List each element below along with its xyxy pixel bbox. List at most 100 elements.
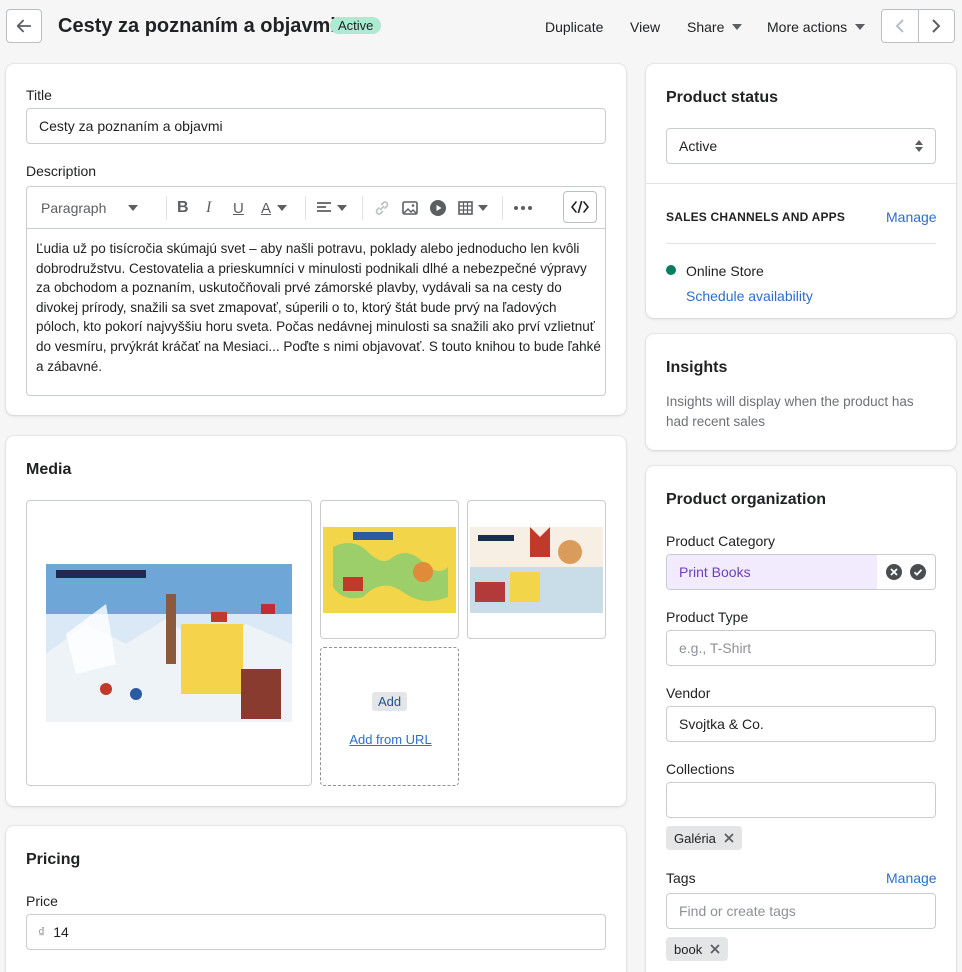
- bold-button[interactable]: B: [177, 198, 189, 218]
- view-button[interactable]: View: [630, 19, 660, 35]
- status-badge: Active: [330, 17, 382, 34]
- previous-product-button[interactable]: [882, 10, 918, 42]
- online-store-label: Online Store: [686, 263, 764, 279]
- sales-channels-heading: SALES CHANNELS AND APPS: [666, 210, 846, 224]
- tags-label: Tags: [666, 870, 696, 886]
- product-type-input[interactable]: e.g., T-Shirt: [666, 630, 936, 666]
- caret-down-icon: [855, 24, 866, 30]
- media-image-main[interactable]: [26, 500, 312, 786]
- clear-circle-icon[interactable]: [886, 564, 902, 580]
- section-divider: [666, 243, 936, 244]
- caret-down-icon: [277, 205, 288, 211]
- chevron-right-icon: [932, 19, 941, 33]
- image-icon: [402, 201, 418, 215]
- more-formatting-button[interactable]: [514, 198, 532, 218]
- collections-label: Collections: [666, 761, 735, 777]
- italic-icon: I: [206, 199, 212, 216]
- close-icon[interactable]: [724, 833, 734, 843]
- collection-tag: Galéria: [666, 826, 742, 850]
- link-icon: [375, 201, 389, 215]
- play-circle-icon: [430, 200, 446, 216]
- underline-button[interactable]: U: [233, 198, 244, 218]
- silk-road-spread-image: [470, 526, 603, 613]
- tag-chip: book: [666, 937, 729, 961]
- title-input[interactable]: Cesty za poznaním a objavmi: [26, 108, 606, 144]
- ellipsis-icon: [514, 206, 532, 210]
- video-button[interactable]: [430, 198, 446, 218]
- status-select-value: Active: [679, 138, 718, 154]
- insights-card: Insights Insights will display when the …: [646, 334, 956, 450]
- category-value: Print Books: [667, 555, 877, 589]
- more-actions-label: More actions: [767, 19, 848, 35]
- checkmark-circle-icon[interactable]: [910, 564, 926, 580]
- media-dropzone[interactable]: Add Add from URL: [320, 647, 459, 786]
- toolbar-divider: [166, 196, 167, 220]
- organization-heading: Product organization: [666, 491, 826, 508]
- table-button[interactable]: [458, 198, 488, 218]
- duplicate-button[interactable]: Duplicate: [545, 19, 603, 35]
- toolbar-divider: [305, 196, 306, 220]
- price-value: 14: [53, 924, 69, 940]
- description-editor: Paragraph B I U A Ľudia už po tisícročia…: [26, 186, 606, 396]
- arrow-left-icon: [16, 19, 32, 33]
- text-color-button[interactable]: A: [261, 198, 288, 218]
- paragraph-select[interactable]: Paragraph: [41, 198, 139, 218]
- media-card: Media Add Add from URL: [6, 436, 626, 806]
- next-product-button[interactable]: [917, 10, 955, 42]
- price-input[interactable]: ₫ 14: [26, 914, 606, 950]
- text-color-icon: A: [261, 199, 272, 217]
- pricing-heading: Pricing: [26, 851, 81, 868]
- align-button[interactable]: [317, 198, 347, 218]
- chevron-left-icon: [895, 19, 904, 33]
- manage-tags-link[interactable]: Manage: [886, 870, 937, 886]
- page-header: Cesty za poznaním a objavmi Active Dupli…: [0, 0, 962, 54]
- caret-down-icon: [337, 205, 347, 211]
- italic-button[interactable]: I: [206, 198, 211, 218]
- product-type-placeholder: e.g., T-Shirt: [679, 640, 752, 656]
- product-category-label: Product Category: [666, 533, 775, 549]
- product-type-label: Product Type: [666, 609, 749, 625]
- toolbar-divider: [362, 196, 363, 220]
- book-spread-image: [46, 564, 292, 722]
- table-icon: [458, 201, 473, 215]
- manage-channels-link[interactable]: Manage: [886, 209, 937, 225]
- toolbar-divider: [502, 196, 503, 220]
- product-status-heading: Product status: [666, 89, 779, 106]
- details-card: Title Cesty za poznaním a objavmi Descri…: [6, 64, 626, 415]
- image-button[interactable]: [402, 198, 418, 218]
- media-image-thumb-1[interactable]: [320, 500, 459, 639]
- media-heading: Media: [26, 461, 72, 478]
- product-organization-card: Product organization Product Category Pr…: [646, 466, 956, 972]
- insights-text: Insights will display when the product h…: [666, 394, 914, 429]
- product-status-card: Product status Active SALES CHANNELS AND…: [646, 64, 956, 318]
- editor-toolbar: Paragraph B I U A: [27, 187, 605, 229]
- section-divider: [646, 183, 956, 184]
- link-button[interactable]: [374, 198, 390, 218]
- collection-tag-label: Galéria: [674, 830, 716, 846]
- caret-down-icon: [478, 205, 488, 211]
- status-select[interactable]: Active: [666, 128, 936, 164]
- close-icon[interactable]: [710, 944, 720, 954]
- align-left-icon: [317, 202, 331, 212]
- description-label: Description: [26, 163, 97, 179]
- currency-symbol: ₫: [38, 924, 46, 940]
- tags-input[interactable]: Find or create tags: [666, 893, 936, 929]
- collections-input[interactable]: [666, 782, 936, 818]
- map-spread-image: [323, 526, 456, 613]
- pricing-card: Pricing Price ₫ 14: [6, 826, 626, 972]
- product-category-field[interactable]: Print Books: [666, 554, 936, 590]
- insights-heading: Insights: [666, 359, 728, 376]
- share-button[interactable]: Share: [687, 19, 743, 35]
- category-actions: [877, 564, 935, 580]
- description-text[interactable]: Ľudia už po tisícročia skúmajú svet – ab…: [36, 239, 602, 376]
- media-image-thumb-2[interactable]: [467, 500, 606, 639]
- select-arrows-icon: [915, 140, 923, 152]
- add-media-button[interactable]: Add: [372, 692, 408, 711]
- add-from-url-link[interactable]: Add from URL: [321, 732, 460, 747]
- more-actions-button[interactable]: More actions: [767, 19, 866, 35]
- product-pager: [881, 9, 955, 43]
- schedule-availability-link[interactable]: Schedule availability: [686, 288, 813, 304]
- back-button[interactable]: [6, 9, 42, 43]
- vendor-input[interactable]: Svojtka & Co.: [666, 706, 936, 742]
- code-view-button[interactable]: [563, 191, 597, 223]
